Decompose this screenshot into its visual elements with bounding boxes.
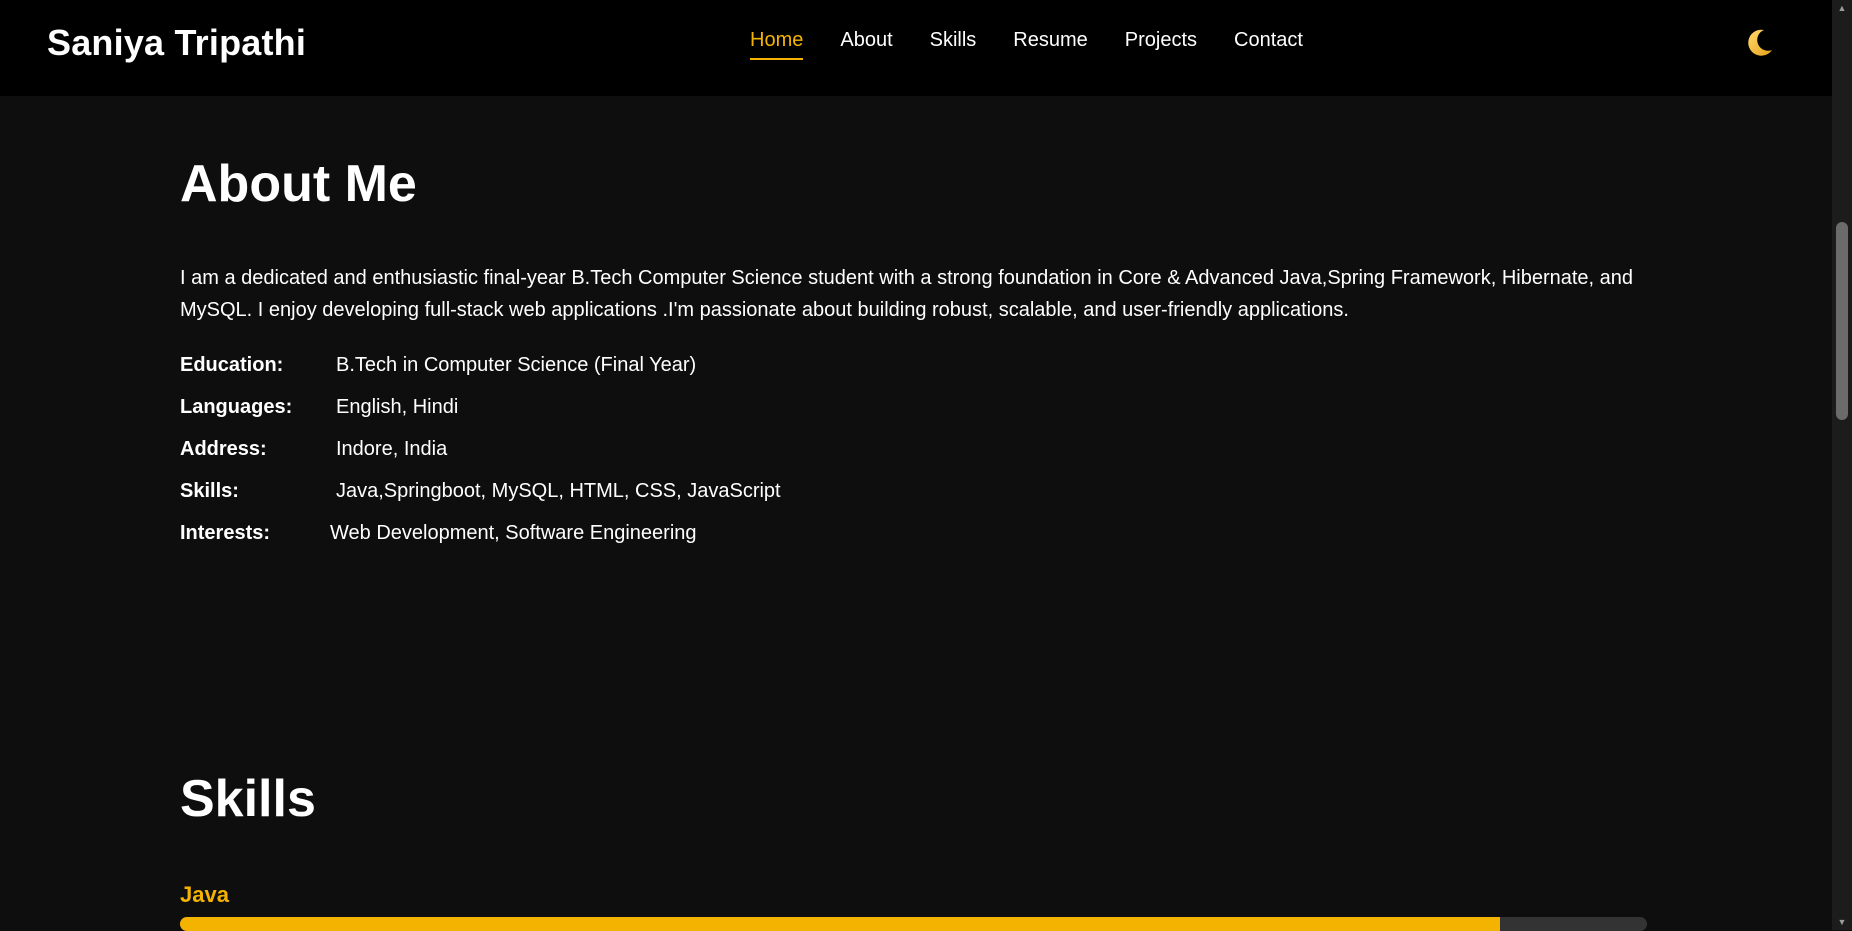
info-label: Education: [180, 354, 284, 376]
skills-heading: Skills [180, 770, 316, 828]
info-value: English, Hindi [336, 396, 459, 418]
info-value: Java,Springboot, MySQL, HTML, CSS, JavaS… [336, 480, 781, 502]
nav-home-link[interactable]: Home [750, 29, 804, 60]
info-value: Web Development, Software Engineering [330, 522, 697, 544]
skill-name-java: Java [180, 882, 229, 907]
skill-progress-fill [180, 917, 1501, 931]
scrollbar-thumb[interactable] [1836, 222, 1848, 420]
skill-progress-track [180, 917, 1647, 931]
about-heading: About Me [180, 155, 417, 213]
nav-contact-link[interactable]: Contact [1234, 29, 1303, 60]
scroll-up-arrow-icon[interactable]: ▲ [1832, 0, 1852, 16]
info-label: Address: [180, 438, 267, 460]
info-label: Languages: [180, 396, 293, 418]
main-nav: Home About Skills Resume Projects Contac… [750, 29, 1340, 60]
info-label: Skills: [180, 480, 239, 502]
nav-about-link[interactable]: About [840, 29, 892, 60]
info-value: Indore, India [336, 438, 448, 460]
info-label: Interests: [180, 522, 271, 544]
info-value: B.Tech in Computer Science (Final Year) [336, 354, 697, 376]
vertical-scrollbar[interactable]: ▲ ▼ [1832, 0, 1852, 930]
moon-icon[interactable] [1742, 26, 1776, 60]
scroll-down-arrow-icon[interactable]: ▼ [1832, 914, 1852, 930]
nav-skills-link[interactable]: Skills [930, 29, 977, 60]
brand-name[interactable]: Saniya Tripathi [47, 22, 306, 64]
about-paragraph: I am a dedicated and enthusiastic final-… [180, 267, 1634, 321]
site-header: Saniya Tripathi Home About Skills Resume… [0, 0, 1832, 96]
nav-projects-link[interactable]: Projects [1125, 29, 1197, 60]
nav-resume-link[interactable]: Resume [1013, 29, 1087, 60]
